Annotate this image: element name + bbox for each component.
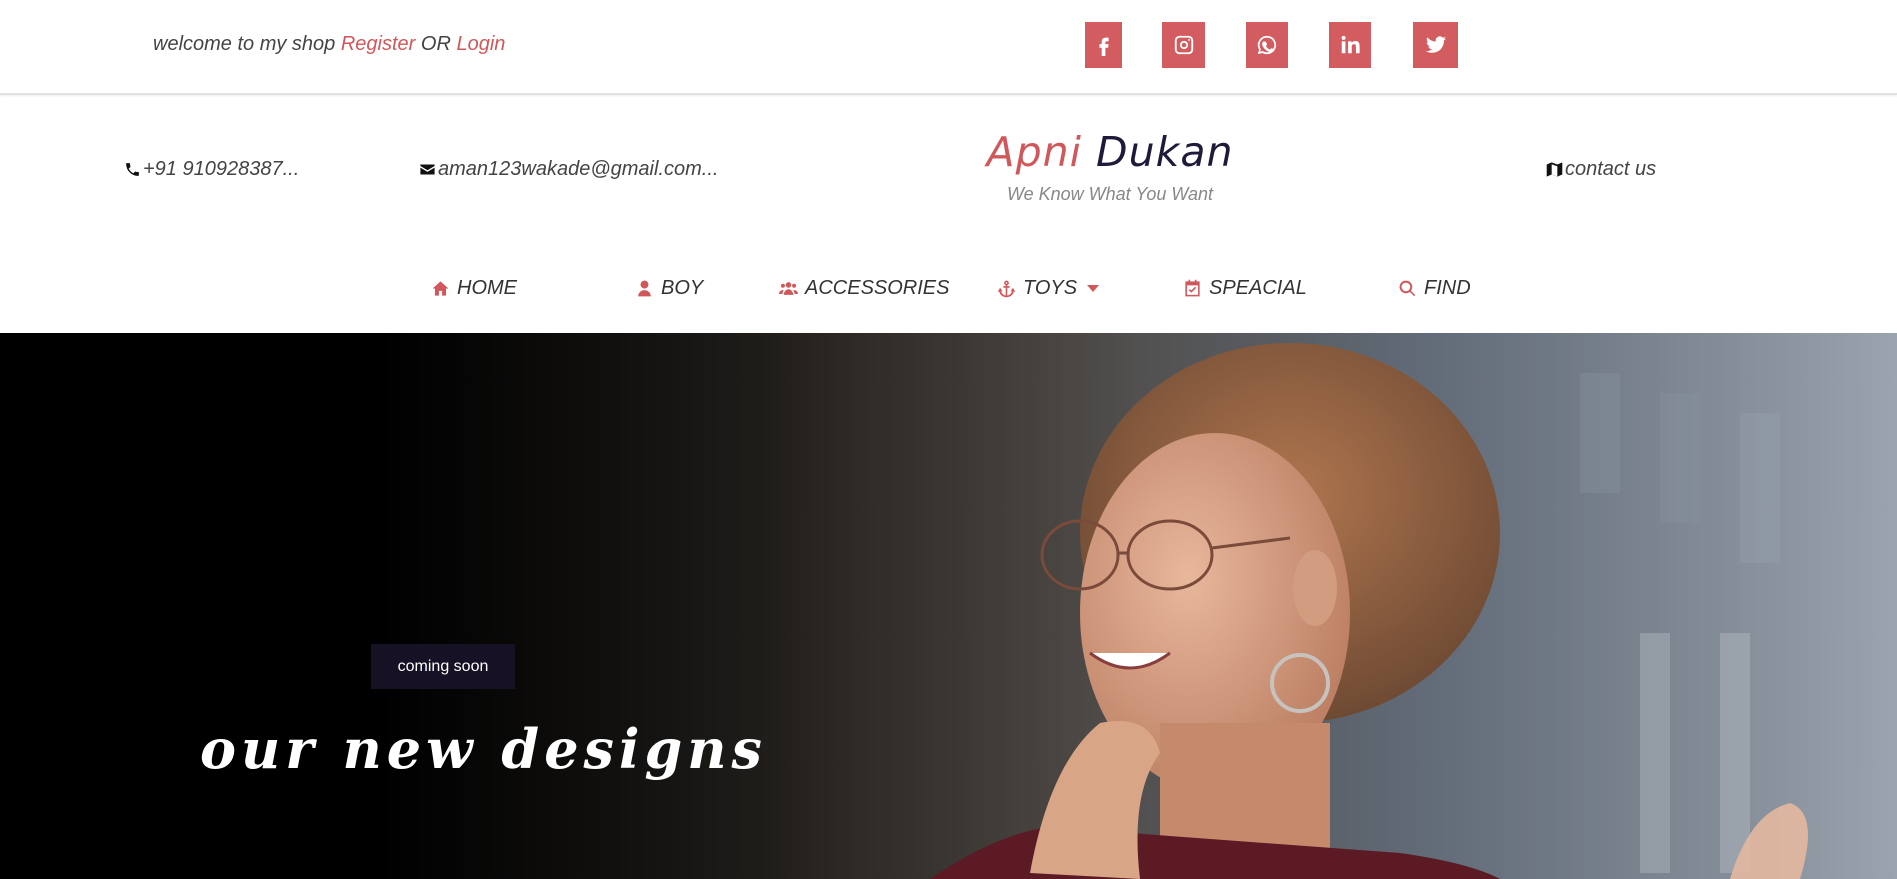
email-info: aman123wakade@gmail.com... bbox=[419, 158, 718, 181]
welcome-message: welcome to my shop Register OR Login bbox=[153, 33, 505, 56]
email-address: aman123wakade@gmail.com... bbox=[438, 158, 719, 180]
nav-home[interactable]: HOME bbox=[431, 277, 517, 300]
brand-tagline: We Know What You Want bbox=[1006, 184, 1214, 204]
nav-boy[interactable]: BOY bbox=[635, 277, 703, 300]
brand-block: Apni Dukan We Know What You Want bbox=[980, 128, 1240, 205]
login-link[interactable]: Login bbox=[456, 33, 505, 55]
calendar-check-icon bbox=[1185, 279, 1200, 297]
user-icon bbox=[638, 280, 651, 297]
envelope-icon bbox=[420, 164, 435, 175]
phone-icon bbox=[126, 163, 139, 176]
hero-banner: coming soon our new designs bbox=[0, 333, 1897, 879]
twitter-icon bbox=[1425, 36, 1446, 53]
coming-soon-badge: coming soon bbox=[371, 644, 515, 689]
caret-down-icon bbox=[1087, 285, 1100, 292]
register-link[interactable]: Register bbox=[341, 33, 415, 55]
facebook-button[interactable] bbox=[1085, 22, 1122, 68]
twitter-button[interactable] bbox=[1413, 22, 1458, 68]
nav-boy-label: BOY bbox=[661, 277, 704, 299]
nav-find[interactable]: FIND bbox=[1398, 277, 1471, 300]
anchor-icon bbox=[997, 280, 1016, 298]
hero-title: our new designs bbox=[200, 717, 767, 781]
nav-find-label: FIND bbox=[1424, 277, 1471, 299]
brand-word-2: Dukan bbox=[1096, 128, 1234, 176]
instagram-button[interactable] bbox=[1162, 22, 1205, 68]
nav-home-label: HOME bbox=[457, 277, 517, 299]
map-icon bbox=[1546, 162, 1563, 177]
brand-logo[interactable]: Apni Dukan bbox=[980, 128, 1240, 176]
linkedin-button[interactable] bbox=[1329, 22, 1371, 68]
home-icon bbox=[432, 281, 449, 296]
phone-number: +91 910928387... bbox=[143, 158, 300, 180]
brand-word-1: Apni bbox=[986, 128, 1082, 176]
contact-us-label: contact us bbox=[1565, 158, 1657, 180]
whatsapp-icon bbox=[1257, 35, 1277, 55]
phone-info: +91 910928387... bbox=[124, 158, 299, 181]
instagram-icon bbox=[1174, 35, 1193, 55]
welcome-text: welcome to my shop bbox=[153, 33, 336, 55]
contact-us-link[interactable]: contact us bbox=[1546, 158, 1656, 181]
nav-toys[interactable]: TOYS bbox=[997, 277, 1100, 300]
nav-special-label: SPEACIAL bbox=[1209, 277, 1307, 299]
nav-toys-label: TOYS bbox=[1023, 277, 1078, 299]
top-bar: welcome to my shop Register OR Login bbox=[0, 0, 1897, 95]
hero-photo-woman bbox=[930, 333, 1897, 879]
facebook-icon bbox=[1098, 37, 1109, 56]
nav-accessories[interactable]: ACCESSORIES bbox=[779, 277, 949, 300]
nav-accessories-label: ACCESSORIES bbox=[805, 277, 950, 299]
whatsapp-button[interactable] bbox=[1246, 22, 1288, 68]
or-text: OR bbox=[420, 33, 451, 55]
search-icon bbox=[1399, 280, 1416, 297]
nav-special[interactable]: SPEACIAL bbox=[1183, 277, 1307, 300]
linkedin-icon bbox=[1341, 35, 1360, 54]
users-icon bbox=[779, 282, 798, 295]
